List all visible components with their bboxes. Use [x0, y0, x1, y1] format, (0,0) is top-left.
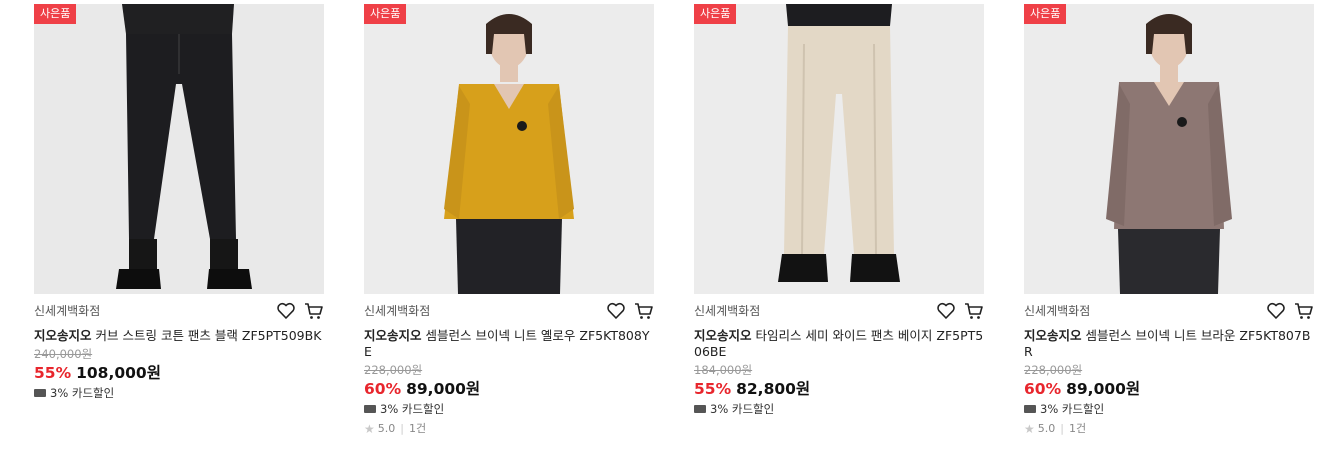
price-row: 55% 108,000원 — [34, 363, 324, 383]
product-title[interactable]: 지오송지오 커브 스트링 코튼 팬츠 블랙 ZF5PT509BK — [34, 328, 324, 344]
gift-badge: 사은품 — [694, 4, 737, 24]
brand-name: 지오송지오 — [1024, 328, 1082, 343]
product-image[interactable]: 사은품 — [694, 4, 984, 294]
cart-icon[interactable] — [964, 302, 984, 320]
heart-icon[interactable] — [1266, 302, 1286, 320]
brand-name: 지오송지오 — [364, 328, 422, 343]
gift-badge: 사은품 — [364, 4, 407, 24]
product-card[interactable]: 사은품 신세계백화점 지오송지오 셈블런스 브이넥 니트 옐로우 ZF5KT808… — [364, 4, 654, 437]
original-price: 228,000원 — [364, 363, 423, 377]
product-image[interactable]: 사은품 — [364, 4, 654, 294]
product-card[interactable]: 사은품 신세계백화점 지오송지오 타임리스 세미 와이드 팬츠 베이지 ZF5PT… — [694, 4, 984, 417]
discount-rate: 60% — [1024, 380, 1062, 398]
product-title[interactable]: 지오송지오 셈블런스 브이넥 니트 브라운 ZF5KT807BR — [1024, 328, 1314, 360]
card-icon — [694, 405, 706, 413]
card-discount-label: 3% 카드할인 — [710, 402, 775, 416]
sale-price: 89,000원 — [1066, 380, 1141, 398]
heart-icon[interactable] — [936, 302, 956, 320]
discount-rate: 60% — [364, 380, 402, 398]
discount-rate: 55% — [34, 364, 72, 382]
cart-icon[interactable] — [304, 302, 324, 320]
product-image[interactable]: 사은품 — [1024, 4, 1314, 294]
rating-value: 5.0 — [377, 422, 396, 435]
card-discount: 3% 카드할인 — [694, 401, 984, 417]
card-discount-label: 3% 카드할인 — [50, 386, 115, 400]
product-photo-pants-beige — [694, 4, 984, 294]
discount-rate: 55% — [694, 380, 732, 398]
original-price: 240,000원 — [34, 347, 93, 361]
product-image[interactable]: 사은품 — [34, 4, 324, 294]
product-photo-knit-brown — [1024, 4, 1314, 294]
rating-value: 5.0 — [1037, 422, 1056, 435]
product-photo-pants-black — [34, 4, 324, 294]
price-row: 55% 82,800원 — [694, 379, 984, 399]
product-card[interactable]: 사은품 신세계백화점 지오송지오 커브 스트링 코튼 팬츠 블랙 ZF5PT509… — [34, 4, 324, 401]
original-price: 228,000원 — [1024, 363, 1083, 377]
card-discount: 3% 카드할인 — [1024, 401, 1314, 417]
card-discount-label: 3% 카드할인 — [1040, 402, 1105, 416]
card-icon — [34, 389, 46, 397]
divider: | — [400, 422, 404, 435]
star-icon: ★ — [1024, 422, 1035, 436]
review-count: 1건 — [408, 422, 427, 435]
card-icon — [364, 405, 376, 413]
cart-icon[interactable] — [1294, 302, 1314, 320]
product-name: 커브 스트링 코튼 팬츠 블랙 ZF5PT509BK — [95, 328, 322, 343]
price-row: 60% 89,000원 — [364, 379, 654, 399]
review-summary[interactable]: ★ 5.0 | 1건 — [1024, 421, 1314, 437]
heart-icon[interactable] — [276, 302, 296, 320]
sale-price: 82,800원 — [736, 380, 811, 398]
product-grid: 사은품 신세계백화점 지오송지오 커브 스트링 코튼 팬츠 블랙 ZF5PT509… — [0, 0, 1321, 462]
original-price: 184,000원 — [694, 363, 753, 377]
review-summary[interactable]: ★ 5.0 | 1건 — [364, 421, 654, 437]
product-photo-knit-yellow — [364, 4, 654, 294]
brand-name: 지오송지오 — [694, 328, 752, 343]
divider: | — [1060, 422, 1064, 435]
product-title[interactable]: 지오송지오 타임리스 세미 와이드 팬츠 베이지 ZF5PT506BE — [694, 328, 984, 360]
brand-name: 지오송지오 — [34, 328, 92, 343]
card-icon — [1024, 405, 1036, 413]
card-discount-label: 3% 카드할인 — [380, 402, 445, 416]
price-row: 60% 89,000원 — [1024, 379, 1314, 399]
product-card[interactable]: 사은품 신세계백화점 지오송지오 셈블런스 브이넥 니트 브라운 ZF5KT807… — [1024, 4, 1314, 437]
gift-badge: 사은품 — [34, 4, 77, 24]
sale-price: 89,000원 — [406, 380, 481, 398]
gift-badge: 사은품 — [1024, 4, 1067, 24]
star-icon: ★ — [364, 422, 375, 436]
sale-price: 108,000원 — [76, 364, 161, 382]
heart-icon[interactable] — [606, 302, 626, 320]
cart-icon[interactable] — [634, 302, 654, 320]
review-count: 1건 — [1068, 422, 1087, 435]
card-discount: 3% 카드할인 — [34, 385, 324, 401]
card-discount: 3% 카드할인 — [364, 401, 654, 417]
product-title[interactable]: 지오송지오 셈블런스 브이넥 니트 옐로우 ZF5KT808YE — [364, 328, 654, 360]
